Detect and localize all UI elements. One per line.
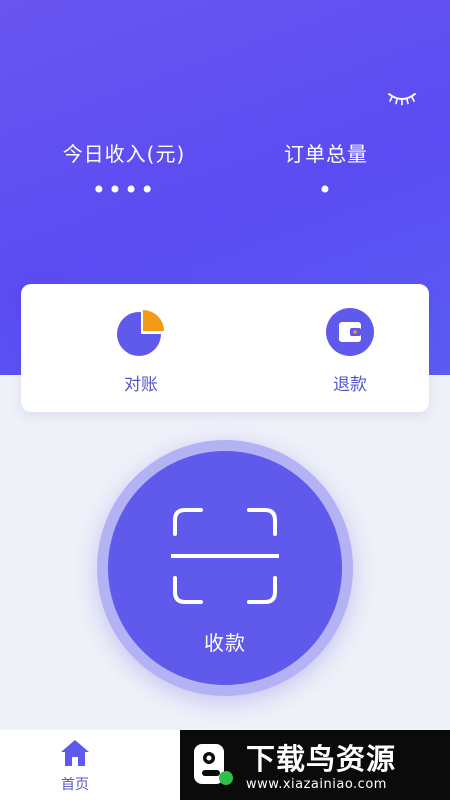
pie-chart-icon	[117, 310, 164, 356]
refund-label: 退款	[333, 375, 367, 395]
watermark-title: 下载鸟资源	[246, 742, 397, 776]
bird-logo-icon	[194, 744, 233, 785]
income-stat: 今日收入(元) ••••	[24, 140, 224, 202]
refund-button[interactable]: 退款	[290, 308, 410, 395]
orders-stat: 订单总量 •	[226, 140, 426, 202]
eye-closed-icon[interactable]	[386, 88, 418, 110]
collect-payment-label: 收款	[204, 631, 246, 655]
income-label: 今日收入(元)	[62, 142, 186, 166]
income-value: ••••	[91, 176, 157, 204]
orders-label: 订单总量	[284, 142, 368, 166]
tab-home[interactable]: 首页	[40, 738, 110, 794]
watermark-banner: 下载鸟资源 www.xiazainiao.com	[180, 730, 450, 800]
home-icon	[61, 740, 89, 766]
scan-frame-icon	[171, 508, 279, 604]
wallet-icon	[326, 308, 374, 356]
quick-actions-card: 对账 退款	[21, 284, 429, 412]
collect-payment-button[interactable]: 收款	[108, 451, 342, 685]
watermark-url: www.xiazainiao.com	[246, 777, 387, 792]
reconciliation-label: 对账	[124, 375, 158, 395]
reconciliation-button[interactable]: 对账	[81, 308, 201, 395]
tab-home-label: 首页	[61, 777, 89, 793]
orders-value: •	[317, 176, 335, 204]
